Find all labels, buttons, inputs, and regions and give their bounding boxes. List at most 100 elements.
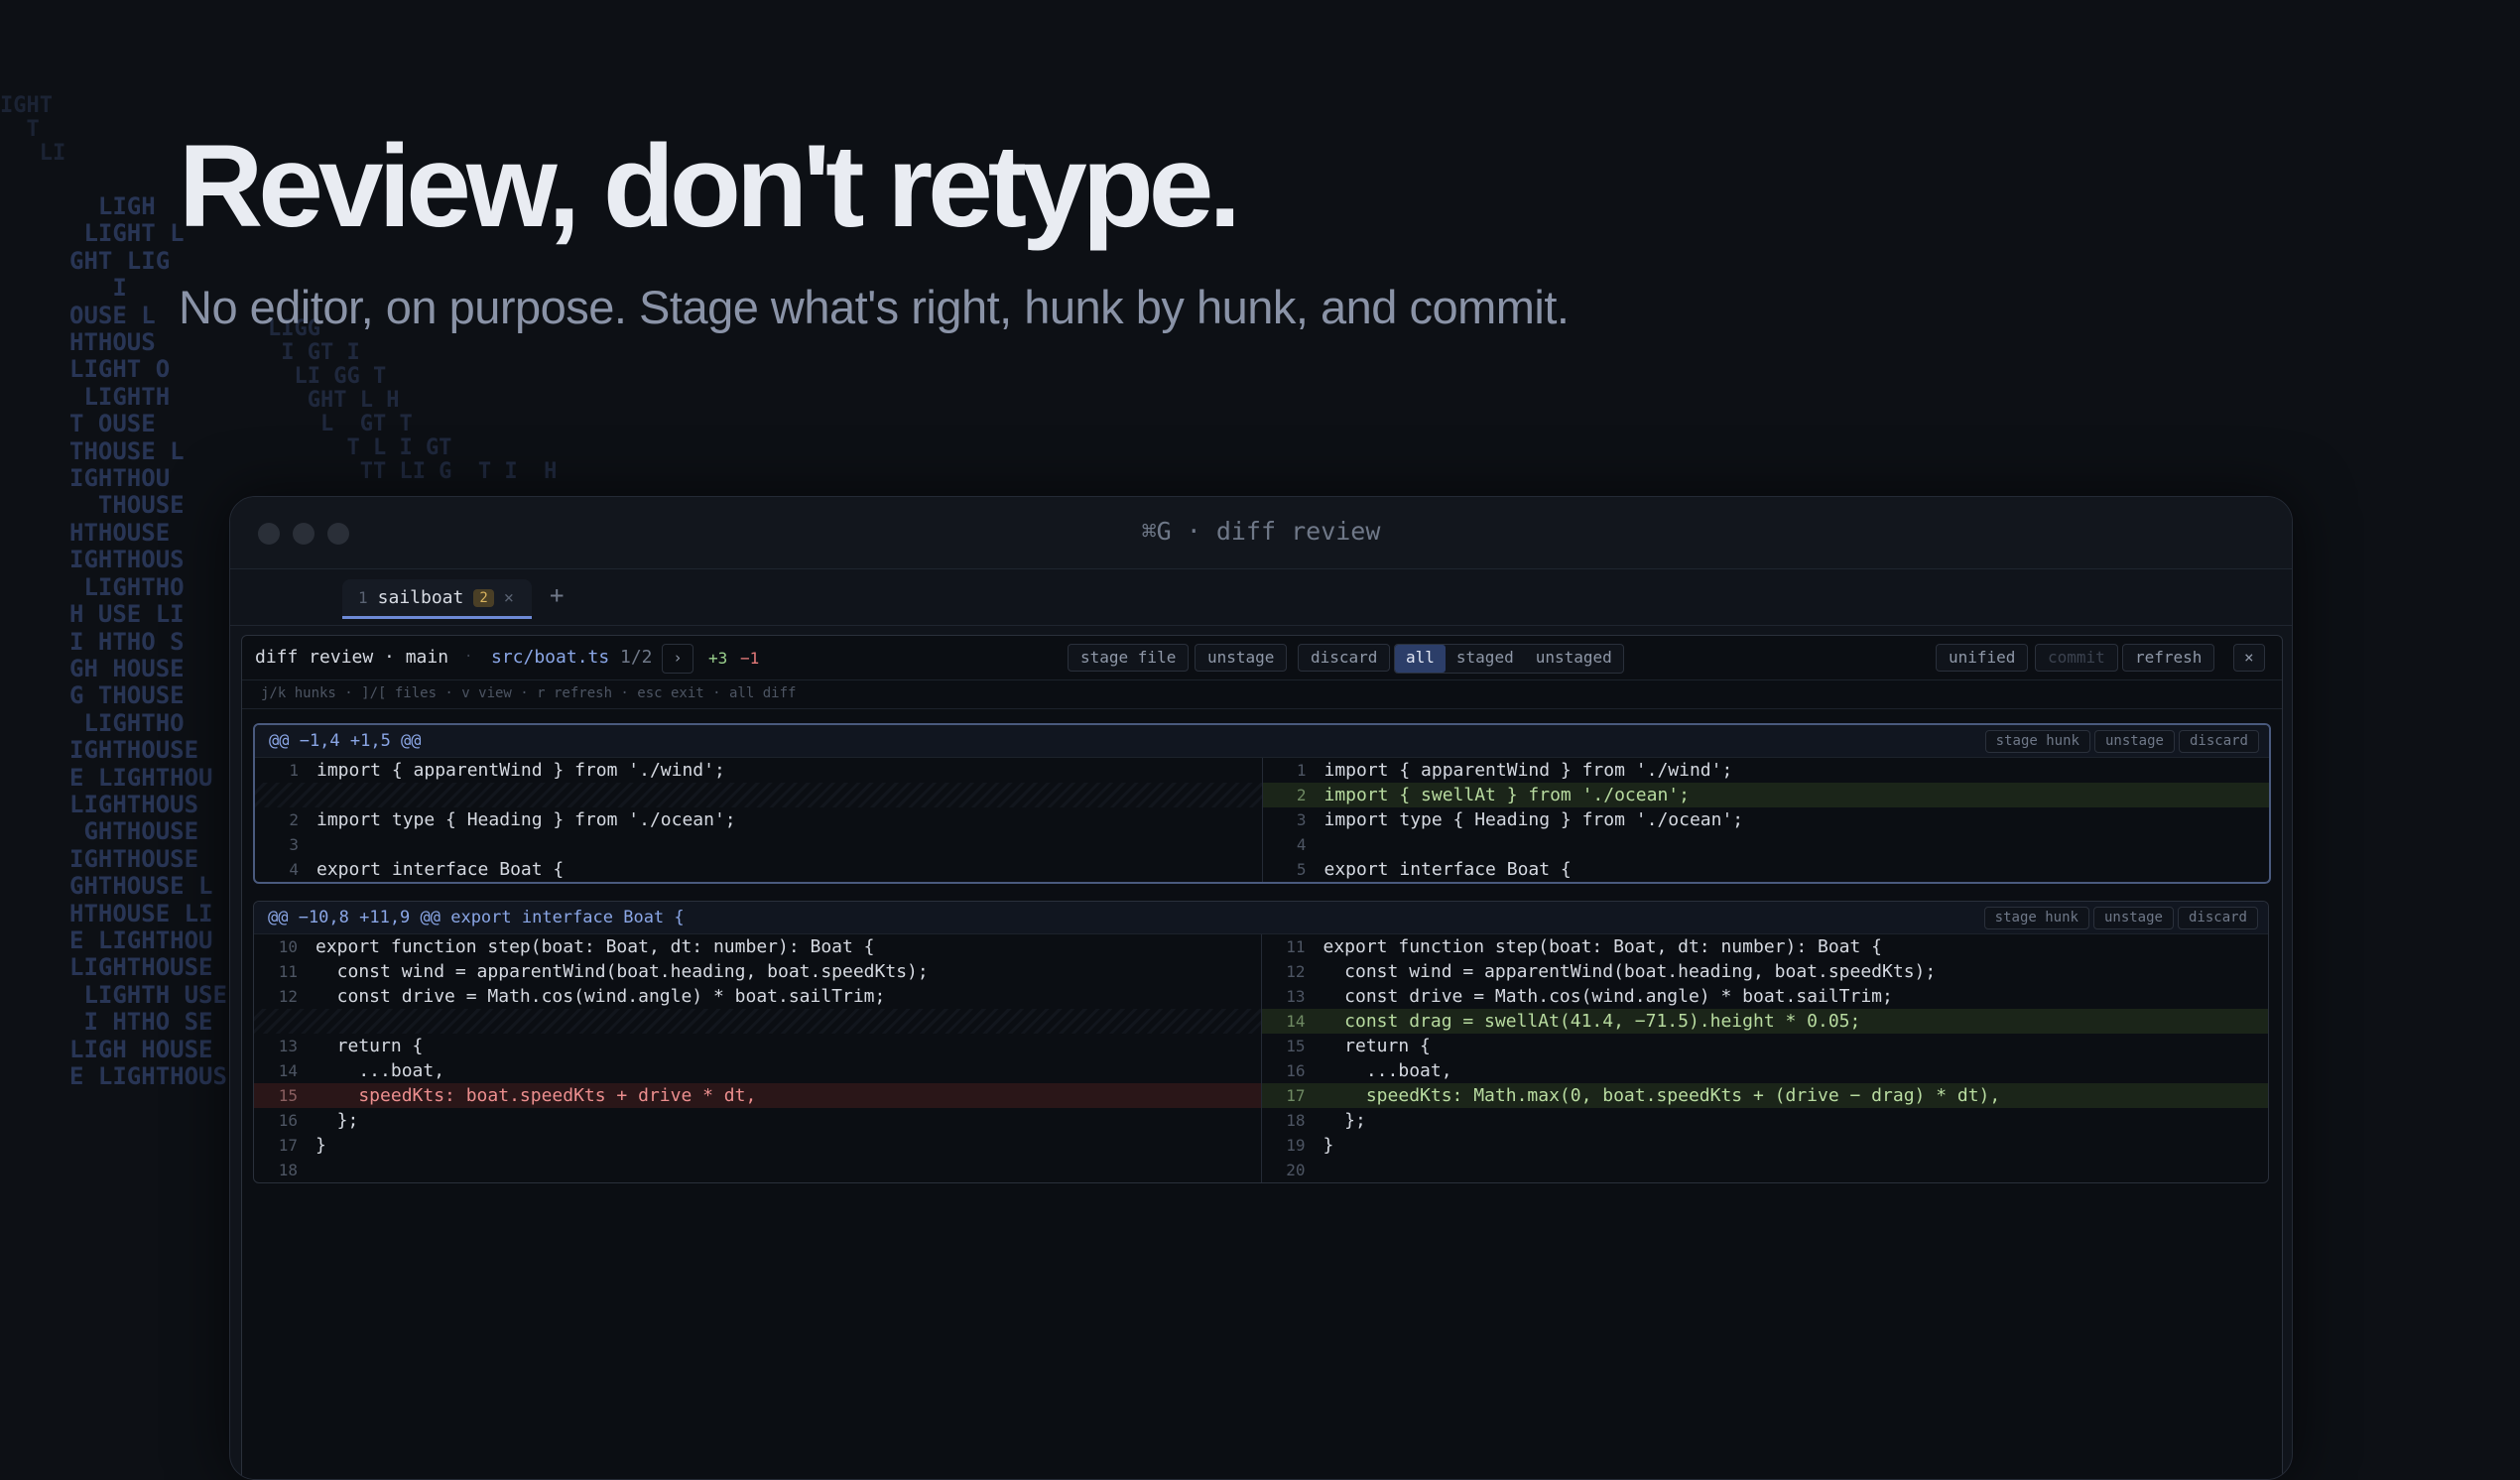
code-text: export function step(boat: Boat, dt: num… (1323, 936, 1883, 957)
ascii-decoration-column: LIGH LIGHT L GHT LIG I OUSE L HTHOUS LIG… (69, 192, 241, 1090)
context-line: 12 const wind = apparentWind(boat.headin… (1262, 959, 2269, 984)
line-number: 18 (278, 1161, 298, 1179)
line-number: 11 (1286, 937, 1306, 956)
line-number: 15 (278, 1086, 298, 1105)
context-line: 12 const drive = Math.cos(wind.angle) * … (254, 984, 1261, 1009)
hero-subtitle: No editor, on purpose. Stage what's righ… (179, 281, 1570, 333)
line-number: 16 (1286, 1061, 1306, 1080)
discard-hunk-button[interactable]: discard (2178, 730, 2259, 753)
deletions-count: −1 (740, 649, 760, 668)
hero-title: Review, don't retype. (179, 121, 1241, 252)
commit-button[interactable]: commit (2035, 644, 2118, 672)
stage-file-button[interactable]: stage file (1068, 644, 1190, 672)
hunk-1[interactable]: @@ −1,4 +1,5 @@ stage hunk unstage disca… (253, 723, 2271, 884)
code-text: } (1323, 1135, 1334, 1156)
line-number: 1 (1296, 761, 1307, 780)
code-text: export function step(boat: Boat, dt: num… (315, 936, 875, 957)
filler-line (254, 1009, 1261, 1034)
hunk-header: @@ −10,8 +11,9 @@ export interface Boat … (254, 902, 2268, 934)
ascii-decoration-corner: IGHT T LI (0, 93, 66, 166)
code-text: const drag = swellAt(41.4, −71.5).height… (1323, 1011, 1861, 1032)
filter-segmented-control: all staged unstaged (1394, 644, 1624, 674)
new-side: 11 export function step(boat: Boat, dt: n… (1261, 934, 2269, 1182)
line-number: 15 (1286, 1037, 1306, 1055)
line-number: 12 (278, 987, 298, 1006)
stage-hunk-button[interactable]: stage hunk (1983, 907, 2089, 929)
code-text: }; (315, 1110, 359, 1131)
context-line: 13 const drive = Math.cos(wind.angle) * … (1262, 984, 2269, 1009)
added-line: 2 import { swellAt } from './ocean'; (1262, 783, 2269, 807)
code-text: import { swellAt } from './ocean'; (1323, 785, 1690, 805)
code-text: speedKts: Math.max(0, boat.speedKts + (d… (1323, 1085, 2001, 1106)
hunk-header: @@ −1,4 +1,5 @@ stage hunk unstage disca… (255, 725, 2269, 758)
removed-line: 15 speedKts: boat.speedKts + drive * dt, (254, 1083, 1261, 1108)
line-number (255, 783, 316, 807)
code-text: import { apparentWind } from './wind'; (1323, 760, 1733, 781)
discard-file-button[interactable]: discard (1298, 644, 1391, 672)
line-number (254, 1009, 315, 1034)
line-number: 13 (278, 1037, 298, 1055)
context-line: 14 ...boat, (254, 1058, 1261, 1083)
context-line: 16 ...boat, (1262, 1058, 2269, 1083)
discard-hunk-button[interactable]: discard (2177, 907, 2258, 929)
tab-bar: 1 sailboat 2 × + (230, 569, 2292, 626)
code-text: const drive = Math.cos(wind.angle) * boa… (315, 986, 886, 1007)
tab-label: sailboat (377, 587, 464, 608)
hunk-actions: stage hunk unstage discard (1984, 730, 2259, 753)
toolbar-separator: · (464, 649, 473, 665)
hunk-actions: stage hunk unstage discard (1983, 907, 2258, 929)
code-text: }; (1323, 1110, 1366, 1131)
additions-count: +3 (708, 649, 728, 668)
line-number: 16 (278, 1111, 298, 1130)
app-window: ⌘G · diff review 1 sailboat 2 × + diff r… (229, 496, 2293, 1480)
context-line: 10 export function step(boat: Boat, dt: n… (254, 934, 1261, 959)
stage-hunk-button[interactable]: stage hunk (1984, 730, 2090, 753)
tab-sailboat[interactable]: 1 sailboat 2 × (342, 579, 532, 619)
current-file[interactable]: src/boat.ts (491, 647, 609, 668)
window-title: ⌘G · diff review (1141, 517, 1381, 546)
new-tab-button[interactable]: + (550, 581, 564, 609)
unified-view-button[interactable]: unified (1936, 644, 2029, 672)
hunk-2[interactable]: @@ −10,8 +11,9 @@ export interface Boat … (253, 901, 2269, 1183)
line-number: 3 (1296, 810, 1307, 829)
unstage-file-button[interactable]: unstage (1195, 644, 1288, 672)
ascii-decoration-scatter: LIGG I GT I LI GG T GHT L H L GT T T L I… (268, 316, 558, 484)
context-line: 2 import type { Heading } from './ocean'; (255, 807, 1262, 832)
line-number: 2 (289, 810, 299, 829)
keyboard-hints: j/k hunks · ]/[ files · v view · r refre… (242, 680, 2282, 709)
code-text: speedKts: boat.speedKts + drive * dt, (315, 1085, 757, 1106)
code-text: ...boat, (1323, 1060, 1452, 1081)
line-number: 4 (289, 860, 299, 879)
code-text: import type { Heading } from './ocean'; (1323, 809, 1744, 830)
line-number: 18 (1286, 1111, 1306, 1130)
tab-close-icon[interactable]: × (504, 588, 514, 608)
refresh-button[interactable]: refresh (2122, 644, 2215, 672)
unstage-hunk-button[interactable]: unstage (2093, 730, 2175, 753)
context-line: 3 import type { Heading } from './ocean'; (1263, 807, 2270, 832)
line-number: 5 (1296, 860, 1307, 879)
filter-all[interactable]: all (1395, 645, 1446, 673)
line-number: 17 (1286, 1086, 1306, 1105)
unstage-hunk-button[interactable]: unstage (2092, 907, 2174, 929)
context-line: 16 }; (254, 1108, 1261, 1133)
line-number: 3 (289, 835, 299, 854)
code-text: const wind = apparentWind(boat.heading, … (1323, 961, 1937, 982)
hunk-range: @@ −1,4 +1,5 @@ (269, 731, 422, 751)
next-file-button[interactable]: › (662, 644, 693, 674)
filter-unstaged[interactable]: unstaged (1525, 645, 1623, 673)
context-line: 5 export interface Boat { (1263, 857, 2270, 882)
close-review-button[interactable]: × (2233, 644, 2265, 672)
diff-toolbar: diff review · main · src/boat.ts 1/2 › +… (242, 636, 2282, 680)
context-line: 11 export function step(boat: Boat, dt: n… (1262, 934, 2269, 959)
line-number: 10 (278, 937, 298, 956)
code-text: return { (315, 1036, 424, 1056)
old-side: 10 export function step(boat: Boat, dt: n… (254, 934, 1262, 1182)
context-line: 20 (1262, 1158, 2269, 1182)
context-line: 11 const wind = apparentWind(boat.headin… (254, 959, 1261, 984)
filter-staged[interactable]: staged (1446, 645, 1525, 673)
code-text: return { (1323, 1036, 1431, 1056)
context-line: 17} (254, 1133, 1261, 1158)
review-title: diff review · main (255, 647, 449, 668)
code-text: } (315, 1135, 326, 1156)
context-line: 18 }; (1262, 1108, 2269, 1133)
